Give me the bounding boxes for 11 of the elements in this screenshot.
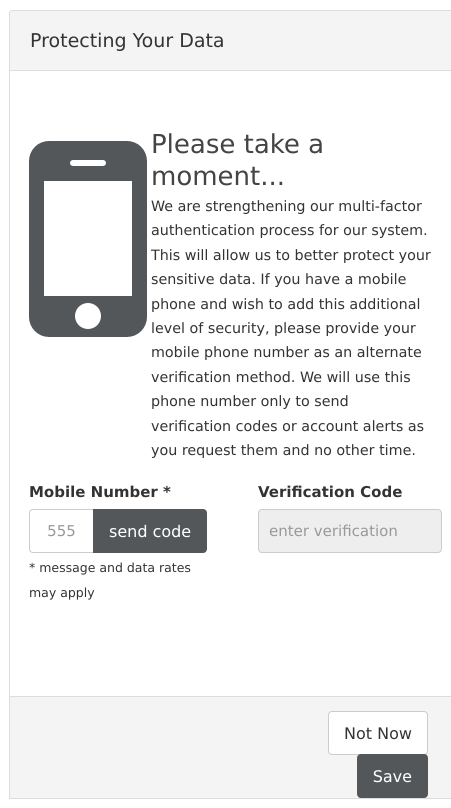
rates-note: * message and data rates may apply xyxy=(29,559,192,602)
save-button[interactable]: Save xyxy=(356,754,428,798)
send-code-button[interactable]: send code xyxy=(93,509,208,554)
panel-title: Protecting Your Data xyxy=(30,30,225,52)
verification-code-label: Verification Code xyxy=(258,482,404,504)
mobile-phone-icon xyxy=(29,141,147,337)
not-now-button[interactable]: Not Now xyxy=(328,711,428,755)
intro-heading: Please take a moment... xyxy=(151,129,326,193)
mobile-number-field[interactable]: 555 xyxy=(29,509,93,554)
intro-paragraph: We are strengthening our multi-factor authentication process for our system. This will allow us to better protect your sensitive data. If you have a mobile phone and wish to add this additional level of security, please provide your mobile phone number as an alternate verification method. We will use this phone number only to send verification codes or account alerts as you request them and no other time. xyxy=(151,198,431,462)
mobile-number-label: Mobile Number * xyxy=(29,482,172,504)
